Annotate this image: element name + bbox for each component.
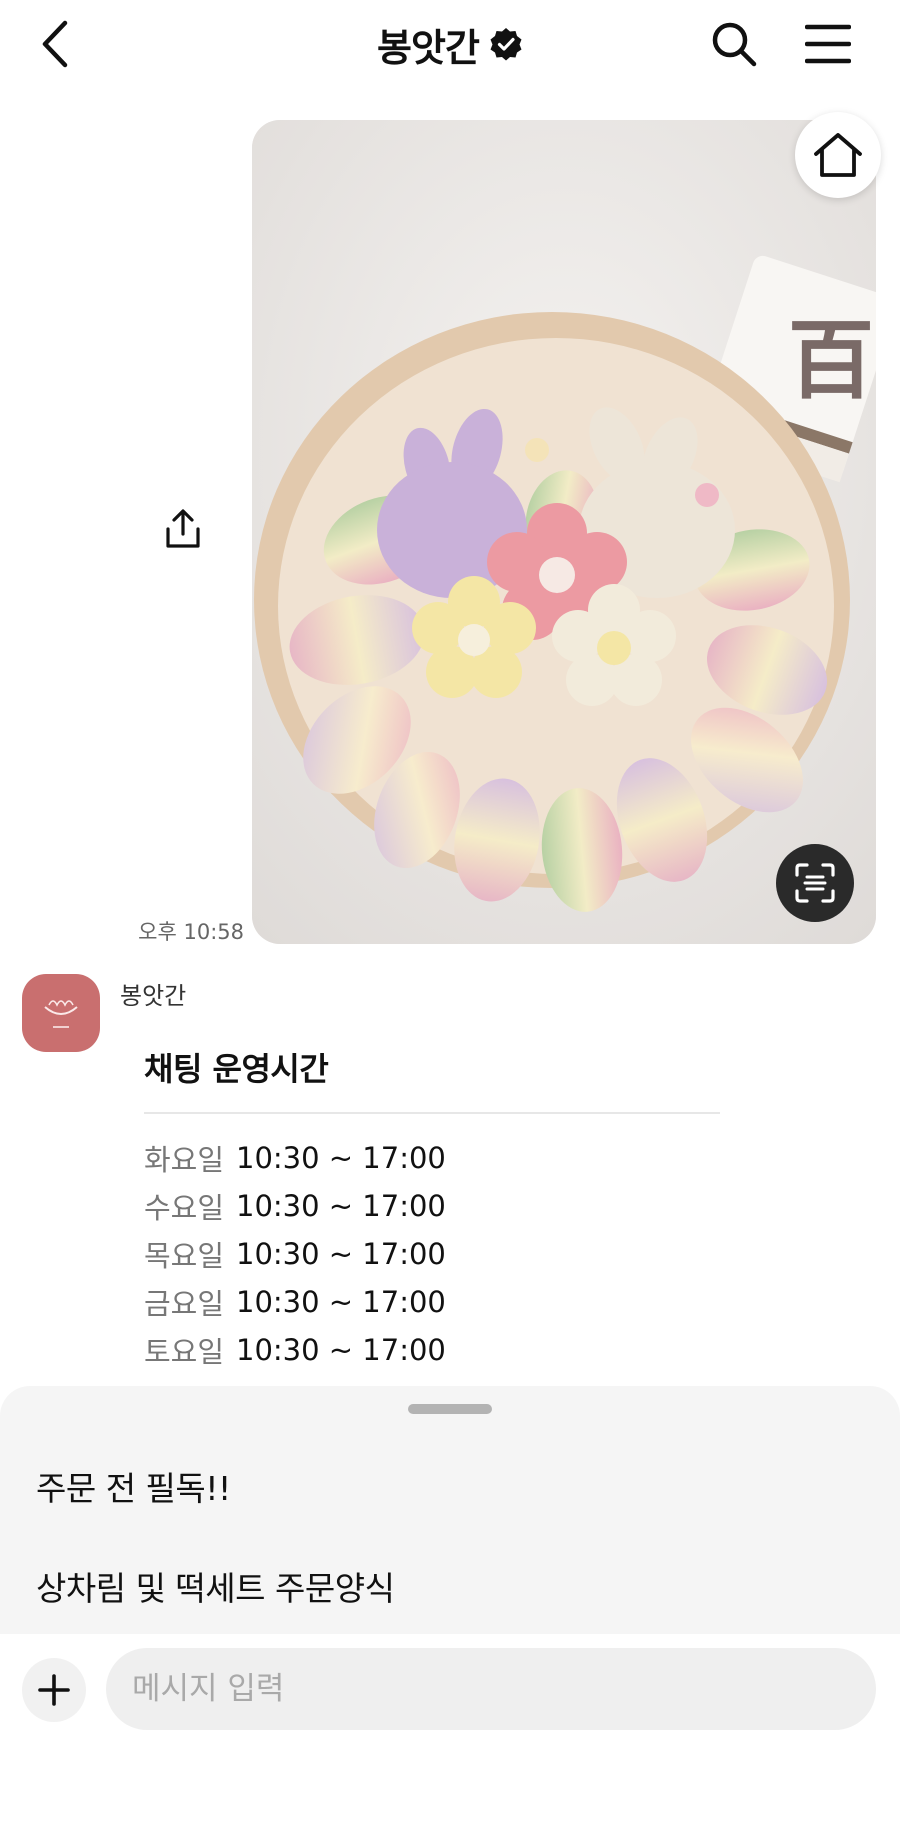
- hours-day: 토요일: [144, 1335, 225, 1369]
- hours-row: 수요일 10:30 ~ 17:00: [144, 1182, 704, 1230]
- search-icon: [712, 22, 757, 67]
- search-button[interactable]: [706, 16, 762, 72]
- hours-time: 10:30 ~ 17:00: [236, 1189, 446, 1223]
- hours-row: 화요일 10:30 ~ 17:00: [144, 1134, 704, 1182]
- home-button[interactable]: [795, 112, 881, 198]
- rice-cake-photo[interactable]: 百: [252, 120, 876, 944]
- hours-card-title: 채팅 운영시간: [144, 1050, 329, 1088]
- sender-name: 봉앗간: [120, 982, 187, 1010]
- hamburger-menu-icon: [805, 24, 851, 64]
- attach-button[interactable]: [22, 1658, 86, 1722]
- hours-day: 목요일: [144, 1239, 225, 1273]
- hours-day: 화요일: [144, 1143, 225, 1177]
- card-divider: [144, 1112, 720, 1114]
- sheet-drag-handle[interactable]: [408, 1404, 492, 1414]
- operating-hours-list: 화요일 10:30 ~ 17:00 수요일 10:30 ~ 17:00 목요일 …: [144, 1134, 704, 1374]
- avatar[interactable]: [22, 974, 100, 1052]
- shop-logo-icon: [44, 1000, 78, 1028]
- share-icon: [166, 509, 200, 548]
- text-scan-icon: [795, 863, 835, 903]
- hours-time: 10:30 ~ 17:00: [236, 1141, 446, 1175]
- plus-icon: [38, 1674, 70, 1706]
- chat-title: 봉앗간: [377, 25, 480, 70]
- quick-reply-notice[interactable]: 주문 전 필독!!: [36, 1462, 231, 1510]
- rice-cake-illustration: 百: [252, 120, 876, 944]
- hours-day: 금요일: [144, 1287, 225, 1321]
- cake-character: 百: [788, 310, 874, 411]
- hours-time: 10:30 ~ 17:00: [236, 1237, 446, 1271]
- hours-row: 토요일 10:30 ~ 17:00: [144, 1326, 704, 1374]
- hours-day: 수요일: [144, 1191, 225, 1225]
- message-timestamp: 오후 10:58: [138, 920, 244, 944]
- share-button[interactable]: [160, 504, 206, 554]
- message-composer: [0, 1634, 900, 1821]
- message-input[interactable]: [106, 1648, 876, 1730]
- quick-reply-order-form[interactable]: 상차림 및 떡세트 주문양식: [36, 1562, 395, 1610]
- hours-time: 10:30 ~ 17:00: [236, 1333, 446, 1367]
- menu-button[interactable]: [800, 16, 856, 72]
- hours-row: 목요일 10:30 ~ 17:00: [144, 1230, 704, 1278]
- chat-header: 봉앗간: [0, 0, 900, 90]
- hours-row: 금요일 10:30 ~ 17:00: [144, 1278, 704, 1326]
- verified-badge-icon: [490, 28, 522, 61]
- quick-reply-sheet: 주문 전 필독!! 상차림 및 떡세트 주문양식: [0, 1386, 900, 1634]
- hours-time: 10:30 ~ 17:00: [236, 1285, 446, 1319]
- home-icon: [814, 133, 862, 177]
- title-area: 봉앗간: [0, 18, 900, 70]
- text-scan-button[interactable]: [776, 844, 854, 922]
